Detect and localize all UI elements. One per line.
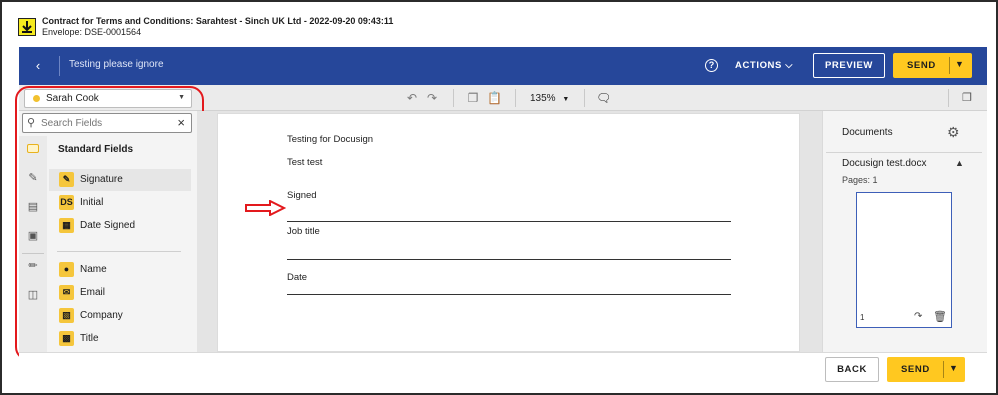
date-line	[287, 294, 731, 295]
highlight-outline	[15, 86, 204, 361]
back-arrow-button[interactable]: ‹	[27, 56, 49, 76]
window-title: Contract for Terms and Conditions: Sarah…	[42, 16, 394, 26]
download-icon	[18, 18, 36, 36]
toolbar-divider	[948, 89, 949, 107]
send-split-divider	[943, 361, 944, 378]
chevron-up-icon[interactable]: ▲	[955, 158, 964, 168]
job-title-line	[287, 259, 731, 260]
send-options-caret-icon[interactable]: ▼	[955, 59, 965, 69]
rotate-icon[interactable]: ↷	[914, 311, 922, 322]
chevron-down-icon: ▼	[562, 96, 570, 103]
add-comment-icon[interactable]: 🗨	[596, 91, 611, 105]
arrow-right-icon	[244, 199, 287, 221]
panel-divider	[826, 152, 982, 153]
envelope-title: Testing please ignore	[69, 59, 164, 70]
toolbar-divider	[453, 89, 454, 107]
page-thumbnail[interactable]	[856, 192, 952, 328]
gear-icon[interactable]: ⚙	[947, 124, 960, 141]
toolbar-divider	[515, 89, 516, 107]
pages-panel-icon[interactable]: ❐	[962, 91, 972, 104]
zoom-select[interactable]: 135% ▼	[530, 93, 569, 104]
actions-menu-button[interactable]: ACTIONS ⌵	[735, 60, 793, 71]
zoom-level: 135%	[530, 93, 556, 104]
documents-heading: Documents	[842, 127, 893, 138]
send-button[interactable]: SEND ▼	[893, 53, 972, 78]
header-divider	[59, 56, 60, 76]
trash-icon[interactable]: 🗑	[933, 310, 947, 323]
page-count: Pages: 1	[842, 175, 878, 185]
copy-icon[interactable]: ❐	[466, 91, 480, 105]
send-footer-button[interactable]: SEND ▼	[887, 357, 965, 382]
app-header: ‹ Testing please ignore ? ACTIONS ⌵ PREV…	[19, 47, 987, 85]
chevron-down-icon: ⌵	[785, 60, 794, 71]
document-text: Signed	[287, 190, 317, 201]
envelope-id: Envelope: DSE-0001564	[42, 27, 142, 37]
actions-label: ACTIONS	[735, 60, 782, 71]
send-options-caret-icon[interactable]: ▼	[949, 363, 959, 373]
paste-icon[interactable]: 📋	[487, 91, 502, 105]
back-button[interactable]: BACK	[825, 357, 879, 382]
document-text: Testing for Docusign	[287, 134, 374, 145]
window-titlebar: Contract for Terms and Conditions: Sarah…	[18, 16, 393, 42]
toolbar-divider	[584, 89, 585, 107]
send-label: SEND	[901, 364, 930, 375]
help-icon[interactable]: ?	[705, 59, 718, 72]
send-label: SEND	[907, 60, 936, 71]
thumbnail-page-number: 1	[860, 313, 865, 322]
document-text: Date	[287, 272, 308, 283]
document-name[interactable]: Docusign test.docx	[842, 158, 927, 169]
redo-icon[interactable]: ↷	[425, 91, 439, 105]
undo-icon[interactable]: ↶	[405, 91, 419, 105]
document-text: Job title	[287, 226, 320, 237]
document-text: Test test	[287, 157, 323, 168]
send-split-divider	[949, 57, 950, 74]
preview-button[interactable]: PREVIEW	[813, 53, 885, 78]
signature-line	[287, 221, 731, 222]
